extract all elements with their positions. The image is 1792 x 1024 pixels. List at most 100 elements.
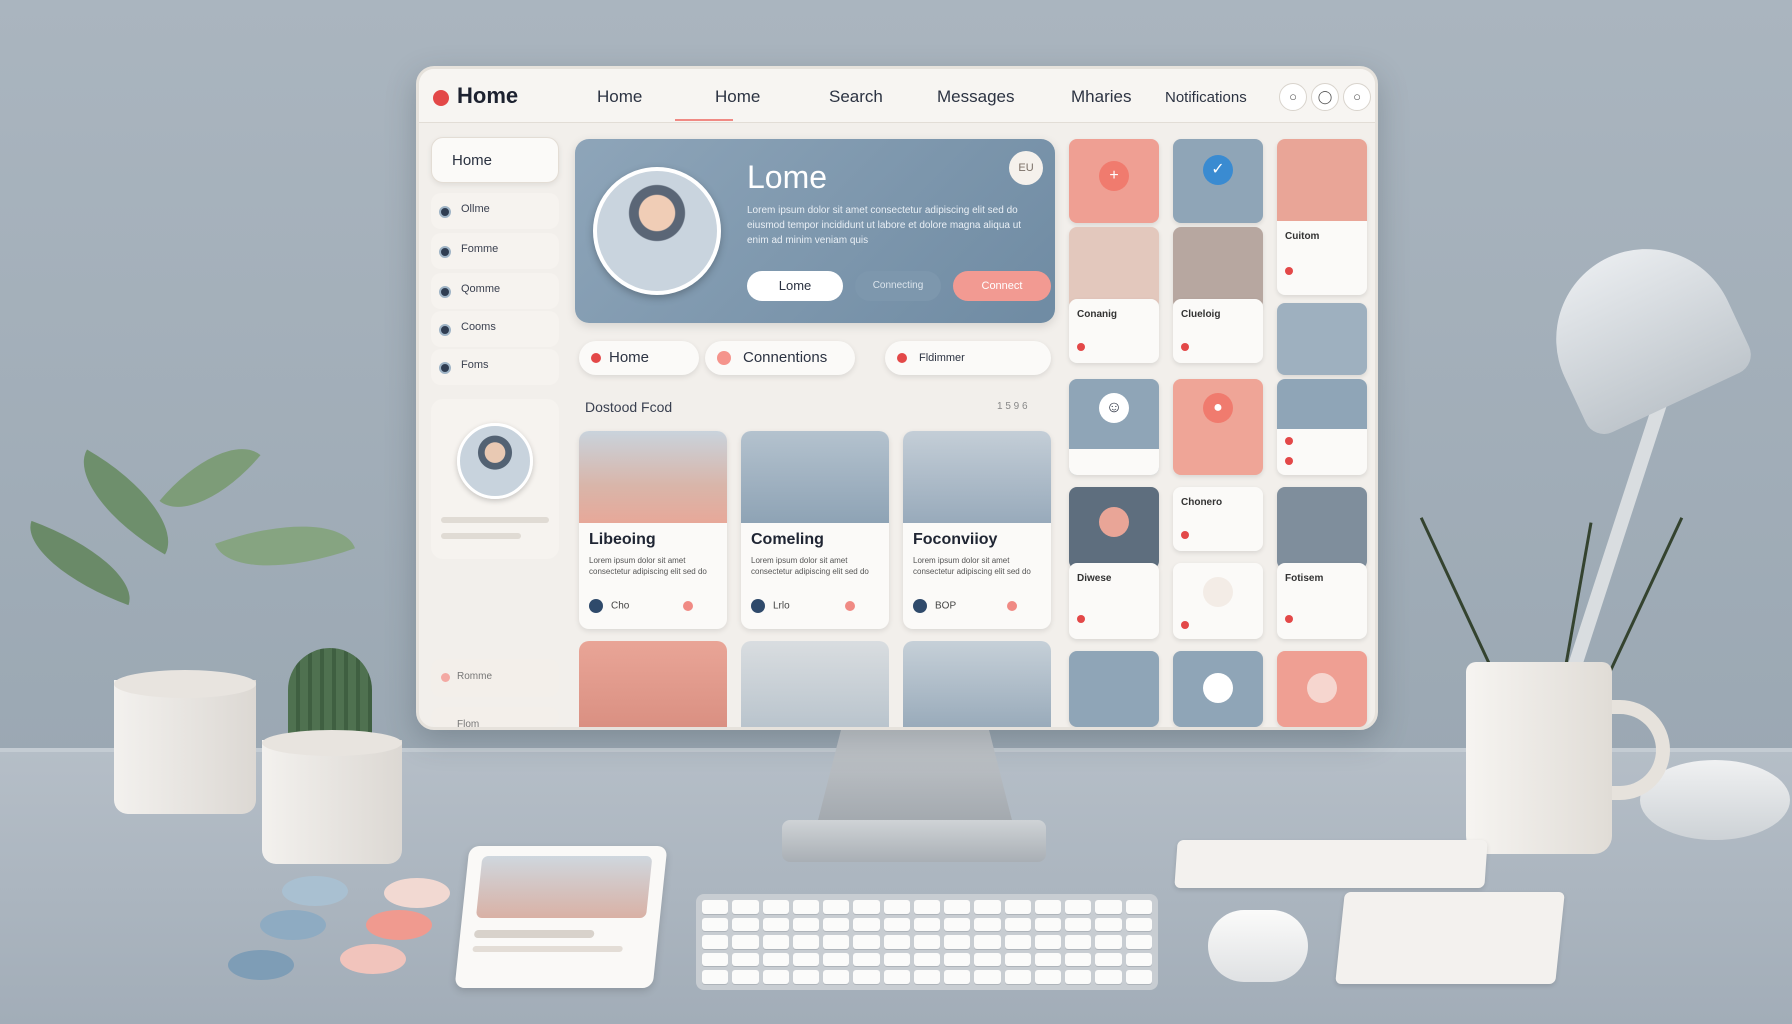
profile-badge[interactable]: EU <box>1009 151 1043 185</box>
profile-avatar[interactable] <box>593 167 721 295</box>
feed-card-meta: Lrlo <box>751 599 790 613</box>
feed-card-image[interactable] <box>579 641 727 727</box>
grid-tile[interactable] <box>1173 227 1263 309</box>
sidebar-home-button[interactable]: Home <box>431 137 559 183</box>
profile-secondary-button[interactable]: Connecting <box>855 271 941 301</box>
nav-mharies[interactable]: Mharies <box>1071 87 1131 107</box>
feed-card-image[interactable] <box>741 641 889 727</box>
feed-card-image[interactable] <box>903 641 1051 727</box>
feed-card-image <box>903 431 1051 523</box>
grid-tile[interactable] <box>1173 651 1263 727</box>
sidebar-dot-icon <box>439 324 451 336</box>
shield-icon[interactable]: ◯ <box>1311 83 1339 111</box>
sidebar-item-4[interactable]: Cooms <box>431 311 559 347</box>
grid-dot-icon <box>1285 267 1293 275</box>
grid-tile[interactable]: Diwese <box>1069 563 1159 639</box>
face-icon: ☺ <box>1099 393 1129 423</box>
profile-primary-button[interactable]: Lome <box>747 271 843 301</box>
nav-notifications[interactable]: Notifications <box>1165 89 1247 106</box>
grid-tile[interactable]: Clueloig <box>1173 299 1263 363</box>
flame-icon: ● <box>1203 393 1233 423</box>
grid-tile[interactable]: ☺ <box>1069 379 1159 475</box>
sidebar-item-1[interactable]: Ollme <box>431 193 559 229</box>
avatar[interactable] <box>457 423 533 499</box>
feed-card[interactable]: Foconviioy Lorem ipsum dolor sit amet co… <box>903 431 1051 629</box>
nav-home[interactable]: Home <box>597 87 642 107</box>
tablet-device <box>454 846 668 988</box>
sidebar-dot-icon <box>441 673 450 682</box>
feed-card-author: Cho <box>611 600 630 612</box>
sidebar-bottom-item-2[interactable]: Flom <box>431 707 559 727</box>
tab-label: Connentions <box>743 349 828 366</box>
sidebar-bottom-item-1[interactable]: Romme <box>431 659 559 697</box>
grid-tile[interactable] <box>1069 487 1159 569</box>
grid-tile[interactable]: Fotisem <box>1277 563 1367 639</box>
tab-label: Home <box>609 349 650 366</box>
grid-tile[interactable] <box>1277 379 1367 475</box>
sidebar-item-label: Fomme <box>461 243 499 255</box>
grid-dot-icon <box>1077 343 1085 351</box>
add-icon: + <box>1099 161 1129 191</box>
tab-dot-icon <box>591 353 601 363</box>
feed-card[interactable]: Libeoing Lorem ipsum dolor sit amet cons… <box>579 431 727 629</box>
author-avatar-icon <box>589 599 603 613</box>
grid-tile[interactable] <box>1173 563 1263 639</box>
grid-tile[interactable]: Cuitom <box>1277 139 1367 295</box>
like-icon[interactable] <box>845 601 855 611</box>
grid-tile[interactable]: + <box>1069 139 1159 223</box>
photo-icon <box>1099 507 1129 537</box>
tab-home[interactable]: Home <box>579 341 699 375</box>
grid-tile-label: Conanig <box>1077 309 1117 320</box>
nav-home-active[interactable]: Home <box>715 87 760 107</box>
grid-tile[interactable] <box>1069 227 1159 309</box>
cactus-pot-rim <box>262 730 402 756</box>
coaster <box>282 876 348 906</box>
sidebar-item-label: Qomme <box>461 283 501 295</box>
feed-tabs: Home Connentions Fldimmer <box>579 341 1051 375</box>
grid-dot-icon <box>1285 615 1293 623</box>
feed-card[interactable]: Comeling Lorem ipsum dolor sit amet cons… <box>741 431 889 629</box>
grid-tile[interactable]: ● <box>1173 379 1263 475</box>
grid-dot-icon <box>1285 437 1293 445</box>
grid-tile-label: Diwese <box>1077 573 1112 584</box>
like-icon[interactable] <box>1007 601 1017 611</box>
grid-tile[interactable]: ✓ <box>1173 139 1263 223</box>
chat-icon[interactable]: ○ <box>1279 83 1307 111</box>
tab-dot-icon <box>717 351 731 365</box>
placeholder-line <box>473 930 595 938</box>
grid-tile[interactable]: Conanig <box>1069 299 1159 363</box>
grid-tile[interactable]: Chonero <box>1173 487 1263 551</box>
sidebar-dot-icon <box>439 362 451 374</box>
paper-note <box>1174 840 1488 888</box>
grid-dot-icon <box>1181 343 1189 351</box>
sidebar-dot-icon <box>439 246 451 258</box>
connect-button[interactable]: Connect <box>953 271 1051 301</box>
sidebar-bottom-label: Flom <box>457 719 480 730</box>
grid-tile[interactable] <box>1277 651 1367 727</box>
grid-tile[interactable] <box>1277 303 1367 375</box>
sidebar-item-5[interactable]: Foms <box>431 349 559 385</box>
sidebar-item-3[interactable]: Qomme <box>431 273 559 309</box>
grid-tile-label: Fotisem <box>1285 573 1324 584</box>
like-icon[interactable] <box>683 601 693 611</box>
feed-card-desc: Lorem ipsum dolor sit amet consectetur a… <box>913 556 1031 576</box>
tab-other[interactable]: Fldimmer <box>885 341 1051 375</box>
grid-dot-icon <box>1181 621 1189 629</box>
profile-banner: Lome Lorem ipsum dolor sit amet consecte… <box>575 139 1055 323</box>
feed-card-title: Comeling <box>751 531 824 548</box>
sidebar-item-label: Cooms <box>461 321 496 333</box>
plant-pot-rim <box>114 670 256 698</box>
app-title: Home <box>457 83 519 108</box>
grid-tile[interactable] <box>1277 487 1367 569</box>
sidebar-dot-icon <box>439 206 451 218</box>
cactus-pot <box>262 740 402 864</box>
placeholder-line <box>441 533 521 539</box>
sidebar-item-2[interactable]: Fomme <box>431 233 559 269</box>
nav-search[interactable]: Search <box>829 87 883 107</box>
tab-connections[interactable]: Connentions <box>705 341 855 375</box>
mug-pot <box>1466 662 1612 854</box>
settings-icon[interactable]: ○ <box>1343 83 1371 111</box>
nav-messages[interactable]: Messages <box>937 87 1014 107</box>
grid-tile[interactable] <box>1069 651 1159 727</box>
paper-note <box>1335 892 1565 984</box>
